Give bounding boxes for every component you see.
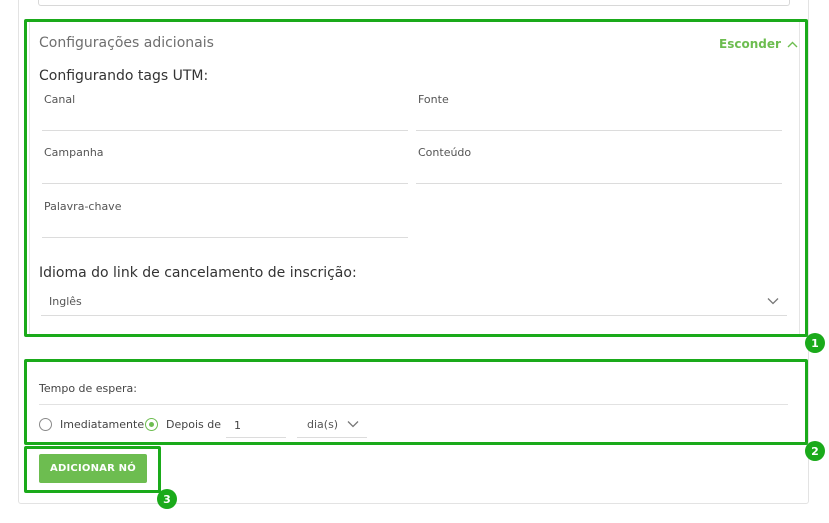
- utm-source-label: Fonte: [418, 93, 449, 106]
- wait-time-label: Tempo de espera:: [39, 382, 138, 395]
- utm-content-field[interactable]: Conteúdo: [416, 146, 782, 184]
- radio-after[interactable]: Depois de: [145, 418, 221, 431]
- wait-time-divider: [39, 404, 788, 405]
- annotation-badge-1: 1: [805, 333, 825, 353]
- utm-channel-input[interactable]: [42, 110, 408, 128]
- utm-keyword-field[interactable]: Palavra-chave: [42, 200, 408, 238]
- utm-source-field[interactable]: Fonte: [416, 93, 782, 131]
- utm-channel-field[interactable]: Canal: [42, 93, 408, 131]
- utm-channel-label: Canal: [44, 93, 76, 106]
- radio-immediately[interactable]: Imediatamente: [39, 418, 144, 431]
- utm-source-input[interactable]: [416, 110, 782, 128]
- chevron-up-icon: [787, 41, 798, 48]
- chevron-down-icon: [767, 297, 779, 305]
- previous-input-field[interactable]: [38, 0, 790, 6]
- hide-settings-toggle[interactable]: Esconder: [719, 37, 798, 51]
- utm-content-input[interactable]: [416, 163, 782, 181]
- wait-unit-value: dia(s): [307, 418, 339, 431]
- annotation-badge-3: 3: [157, 489, 177, 509]
- add-node-button[interactable]: ADICIONAR NÓ: [39, 454, 147, 483]
- utm-keyword-input[interactable]: [42, 217, 408, 235]
- annotation-badge-2: 2: [805, 441, 825, 461]
- utm-keyword-label: Palavra-chave: [44, 200, 122, 213]
- unsubscribe-language-value: Inglês: [49, 295, 82, 308]
- radio-after-circle[interactable]: [145, 418, 158, 431]
- unsubscribe-language-heading: Idioma do link de cancelamento de inscri…: [39, 265, 357, 281]
- utm-content-label: Conteúdo: [418, 146, 472, 159]
- radio-immediately-circle[interactable]: [39, 418, 52, 431]
- chevron-down-icon: [347, 420, 359, 428]
- unsubscribe-language-select[interactable]: Inglês: [41, 290, 787, 316]
- radio-after-label: Depois de: [166, 418, 221, 431]
- hide-settings-label: Esconder: [719, 37, 781, 51]
- utm-tags-heading: Configurando tags UTM:: [39, 68, 209, 84]
- additional-settings-title: Configurações adicionais: [39, 35, 214, 51]
- wait-amount-input[interactable]: [226, 414, 286, 438]
- utm-campaign-field[interactable]: Campanha: [42, 146, 408, 184]
- utm-campaign-label: Campanha: [44, 146, 104, 159]
- utm-campaign-input[interactable]: [42, 163, 408, 181]
- wait-unit-select[interactable]: dia(s): [297, 414, 367, 438]
- radio-immediately-label: Imediatamente: [60, 418, 145, 431]
